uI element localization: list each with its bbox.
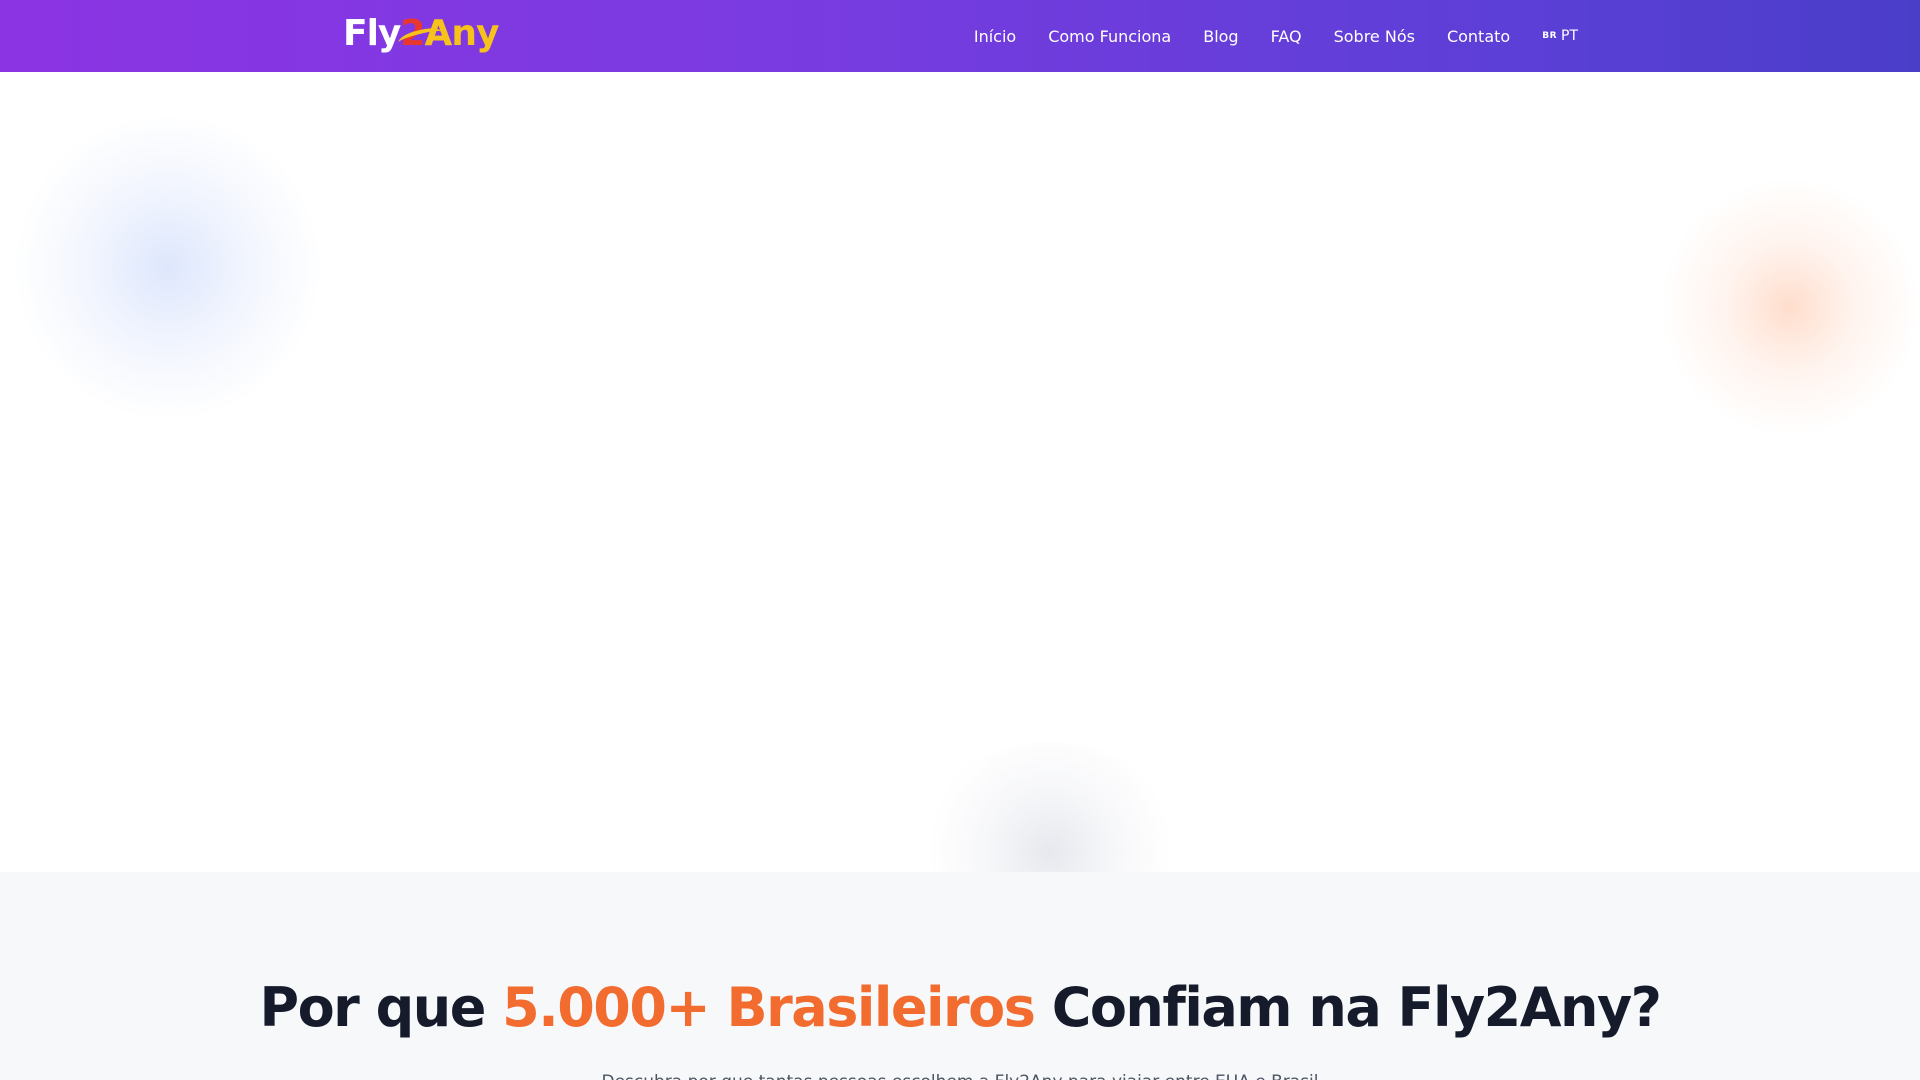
decorative-blue-blob <box>8 117 328 417</box>
main-nav: Início Como Funciona Blog FAQ Sobre Nós … <box>974 0 1578 72</box>
logo-two-text: 2 <box>397 13 444 54</box>
nav-link-contato[interactable]: Contato <box>1447 27 1510 46</box>
trust-heading: Por que 5.000+ Brasileiros Confiam na Fl… <box>259 976 1663 1039</box>
language-selector[interactable]: BR PT <box>1542 28 1578 44</box>
logo-fly-text: Fly <box>343 13 401 54</box>
hero-section <box>0 72 1920 872</box>
nav-link-faq[interactable]: FAQ <box>1271 27 1302 46</box>
top-navbar: Fly2 Any Início Como Funciona Blog FAQ So… <box>0 0 1920 72</box>
trust-heading-accent: 5.000+ Brasileiros <box>502 976 1036 1039</box>
fly2any-logo[interactable]: Fly2 Any <box>343 12 499 56</box>
brazil-flag-icon: BR <box>1542 31 1557 41</box>
nav-link-blog[interactable]: Blog <box>1203 27 1238 46</box>
trust-subtitle: Descubra por que tantas pessoas escolhem… <box>0 1072 1920 1080</box>
language-code: PT <box>1561 28 1578 44</box>
trust-section: Por que 5.000+ Brasileiros Confiam na Fl… <box>0 872 1920 1080</box>
nav-link-inicio[interactable]: Início <box>974 27 1016 46</box>
decorative-gray-blob <box>915 742 1185 872</box>
nav-link-como-funciona[interactable]: Como Funciona <box>1048 27 1171 46</box>
nav-link-sobre-nos[interactable]: Sobre Nós <box>1334 27 1415 46</box>
decorative-orange-blob <box>1660 177 1920 437</box>
